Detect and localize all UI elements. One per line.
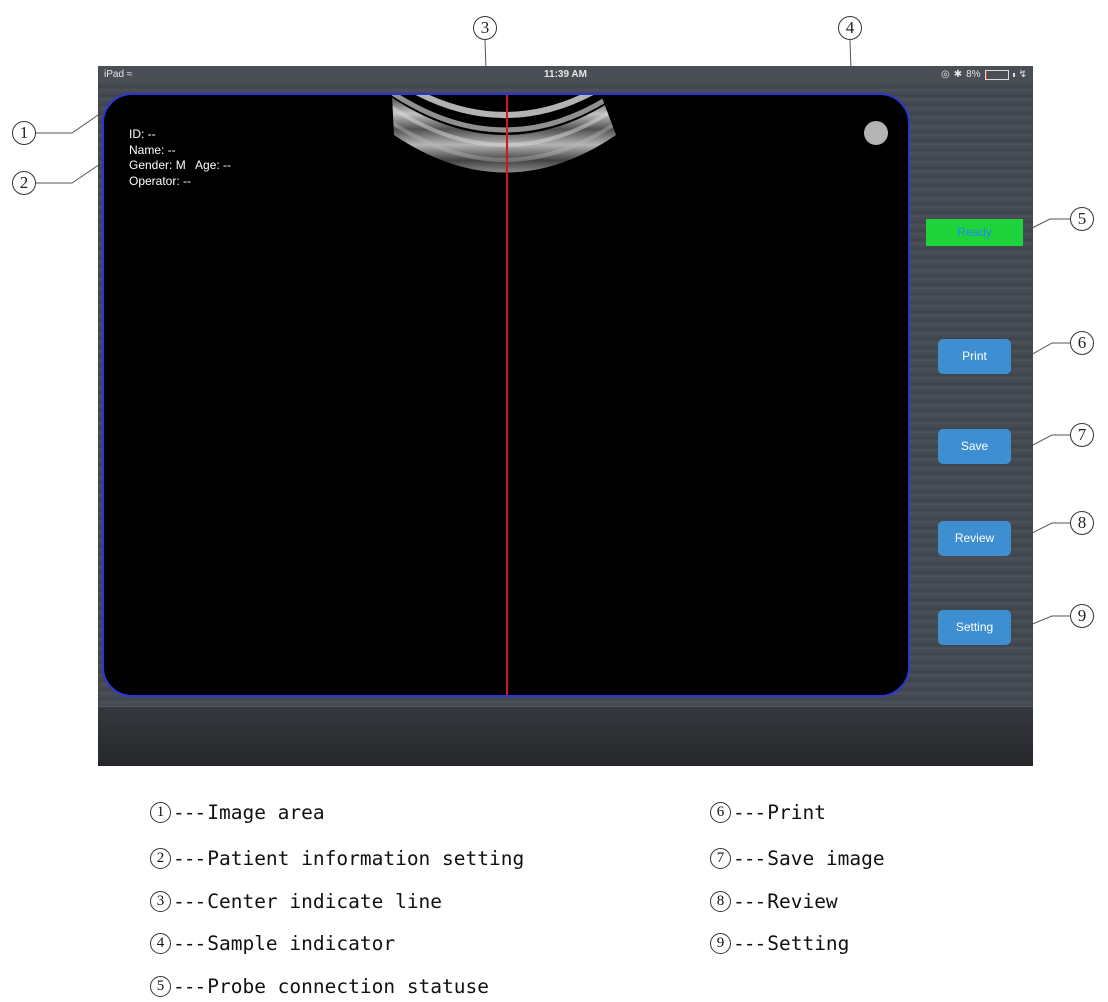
legend-item-5: 5 --- Probe connection statuse: [150, 975, 489, 998]
legend-number: 5: [150, 976, 171, 997]
legend-text: Print: [767, 801, 826, 824]
callout-2: 2: [12, 171, 36, 195]
legend-text: Save image: [767, 847, 885, 870]
callout-1: 1: [12, 121, 36, 145]
legend-separator: ---: [173, 975, 206, 998]
charging-icon: ↯: [1018, 69, 1027, 80]
legend-text: Center indicate line: [207, 890, 443, 913]
legend-separator: ---: [733, 890, 766, 913]
review-button[interactable]: Review: [938, 521, 1011, 556]
print-button[interactable]: Print: [938, 339, 1011, 374]
probe-connection-status: Ready: [926, 219, 1023, 246]
legend-number: 1: [150, 802, 171, 823]
callout-9: 9: [1070, 604, 1094, 628]
ipad-screen: iPad ≈ 11:39 AM ◎ ✱ 8% ↯ ID: -- Name: --…: [98, 66, 1033, 766]
patient-info[interactable]: ID: -- Name: -- Gender: M Age: -- Operat…: [129, 127, 231, 189]
legend-text: Image area: [207, 801, 325, 824]
battery-percent: 8%: [966, 69, 981, 80]
sample-indicator: [864, 121, 888, 145]
legend-number: 3: [150, 891, 171, 912]
legend-item-2: 2 --- Patient information setting: [150, 847, 524, 870]
battery-icon: [984, 69, 1009, 80]
setting-button[interactable]: Setting: [938, 610, 1011, 645]
callout-7: 7: [1070, 423, 1094, 447]
legend-item-1: 1 --- Image area: [150, 801, 325, 824]
legend-separator: ---: [173, 890, 206, 913]
legend-separator: ---: [733, 847, 766, 870]
callout-8: 8: [1070, 511, 1094, 535]
legend-separator: ---: [733, 801, 766, 824]
legend-text: Review: [767, 890, 838, 913]
patient-id: ID: --: [129, 127, 156, 141]
callout-3: 3: [473, 16, 497, 40]
legend-number: 4: [150, 933, 171, 954]
patient-gender-age: Gender: M Age: --: [129, 158, 232, 172]
status-right: ◎ ✱ 8% ↯: [941, 66, 1027, 83]
legend-separator: ---: [173, 847, 206, 870]
legend-item-3: 3 --- Center indicate line: [150, 890, 442, 913]
legend-separator: ---: [173, 801, 206, 824]
patient-operator: Operator: --: [129, 173, 192, 188]
callout-5: 5: [1070, 207, 1094, 231]
legend-number: 7: [710, 848, 731, 869]
legend-text: Setting: [767, 932, 850, 955]
battery-tip: [1012, 72, 1015, 77]
legend-separator: ---: [733, 932, 766, 955]
legend-number: 8: [710, 891, 731, 912]
legend-number: 6: [710, 802, 731, 823]
status-bar: iPad ≈ 11:39 AM ◎ ✱ 8% ↯: [98, 66, 1033, 83]
legend-item-8: 8 --- Review: [710, 890, 838, 913]
callout-6: 6: [1070, 331, 1094, 355]
legend-separator: ---: [173, 932, 206, 955]
image-area[interactable]: ID: -- Name: -- Gender: M Age: -- Operat…: [102, 93, 910, 697]
legend-number: 9: [710, 933, 731, 954]
bottom-toolbar: [98, 706, 1033, 766]
legend-text: Sample indicator: [207, 932, 396, 955]
legend-item-7: 7 --- Save image: [710, 847, 885, 870]
status-time: 11:39 AM: [544, 69, 587, 80]
legend-text: Patient information setting: [207, 847, 525, 870]
save-button[interactable]: Save: [938, 429, 1011, 464]
legend-item-4: 4 --- Sample indicator: [150, 932, 395, 955]
legend-item-9: 9 --- Setting: [710, 932, 849, 955]
patient-name: Name: --: [129, 142, 176, 157]
legend-item-6: 6 --- Print: [710, 801, 826, 824]
legend-text: Probe connection statuse: [207, 975, 489, 998]
callout-4: 4: [838, 16, 862, 40]
center-indicate-line: [506, 95, 508, 695]
rotation-lock-icon: ◎: [941, 69, 950, 80]
bluetooth-icon: ✱: [953, 69, 963, 80]
legend-number: 2: [150, 848, 171, 869]
